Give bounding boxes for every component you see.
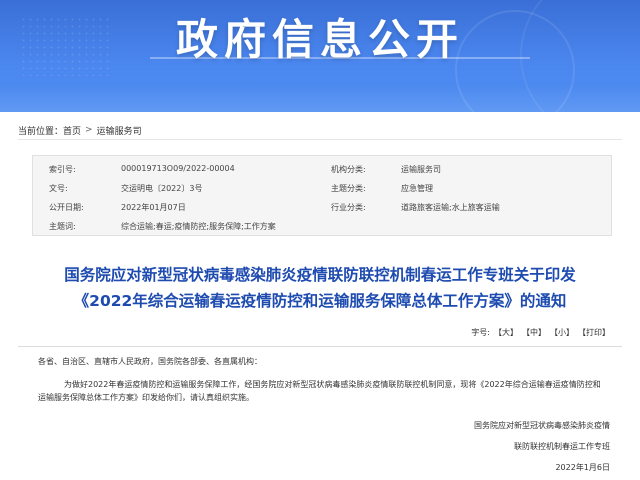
info-value: 应急管理	[401, 184, 433, 193]
info-value: 综合运输;春运;疫情防控;服务保障;工作方案	[121, 222, 276, 231]
breadcrumb: 当前位置： 首页 > 运输服务司	[18, 122, 142, 138]
breadcrumb-home-link[interactable]: 首页	[63, 124, 81, 137]
font-small-button[interactable]: 【小】	[550, 327, 574, 338]
info-value: 运输服务司	[401, 165, 441, 174]
font-size-controls: 字号: 【大】 【中】 【小】 【打印】	[471, 327, 610, 338]
info-value: 000019713O09/2022-00004	[121, 164, 235, 173]
info-row: 公开日期: 2022年01月07日 行业分类: 道路旅客运输;水上旅客运输	[33, 196, 613, 216]
article-title: 国务院应对新型冠状病毒感染肺炎疫情联防联控机制春运工作专班关于印发 《2022年…	[20, 262, 620, 314]
body-paragraph: 为做好2022年春运疫情防控和运输服务保障工作，经国务院应对新型冠状病毒感染肺炎…	[38, 380, 601, 402]
info-value: 交运明电〔2022〕3号	[121, 184, 203, 193]
font-size-label: 字号:	[471, 328, 490, 337]
info-label: 机构分类:	[331, 165, 366, 174]
info-value: 道路旅客运输;水上旅客运输	[401, 203, 500, 212]
print-button[interactable]: 【打印】	[578, 327, 610, 338]
info-label: 主题词:	[49, 222, 76, 231]
font-medium-button[interactable]: 【中】	[522, 327, 546, 338]
banner-skyline	[0, 84, 640, 112]
info-row: 索引号: 000019713O09/2022-00004 机构分类: 运输服务司	[33, 158, 613, 178]
breadcrumb-prefix: 当前位置：	[18, 126, 64, 137]
info-label: 文号:	[49, 184, 68, 193]
info-label: 行业分类:	[331, 203, 366, 212]
signature-line: 国务院应对新型冠状病毒感染肺炎疫情	[474, 421, 610, 430]
salutation: 各省、自治区、直辖市人民政府，国务院各部委、各直属机构：	[38, 357, 262, 366]
font-large-button[interactable]: 【大】	[494, 327, 518, 338]
info-value: 2022年01月07日	[121, 203, 186, 212]
document-info-table: 索引号: 000019713O09/2022-00004 机构分类: 运输服务司…	[32, 155, 612, 236]
banner-title: 政府信息公开	[175, 15, 464, 64]
info-row: 主题词: 综合运输;春运;疫情防控;服务保障;工作方案	[33, 215, 613, 235]
header-banner: 政府信息公开	[0, 0, 640, 112]
breadcrumb-current-link[interactable]: 运输服务司	[97, 124, 142, 137]
info-label: 索引号:	[49, 165, 76, 174]
divider	[18, 139, 622, 140]
divider	[18, 346, 622, 347]
article-title-line: 《2022年综合运输春运疫情防控和运输服务保障总体工作方案》的通知	[73, 292, 567, 310]
article-title-line: 国务院应对新型冠状病毒感染肺炎疫情联防联控机制春运工作专班关于印发	[64, 266, 576, 284]
info-label: 公开日期:	[49, 203, 84, 212]
info-label: 主题分类:	[331, 184, 366, 193]
info-row: 文号: 交运明电〔2022〕3号 主题分类: 应急管理	[33, 177, 613, 197]
signature-line: 联防联控机制春运工作专班	[514, 442, 610, 451]
signature-date: 2022年1月6日	[555, 463, 610, 472]
breadcrumb-separator: >	[85, 125, 93, 135]
